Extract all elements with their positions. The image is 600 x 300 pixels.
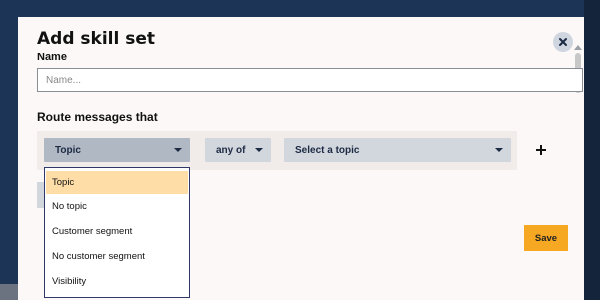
chevron-down-icon <box>495 148 503 152</box>
scroll-up-arrow-icon[interactable] <box>574 45 582 50</box>
dropdown-option-visibility[interactable]: Visibility <box>45 269 189 294</box>
routing-rule-row: Topic any of Select a topic <box>37 131 517 170</box>
close-button[interactable] <box>553 32 573 52</box>
dropdown-option-topic[interactable]: Topic <box>46 171 188 194</box>
dropdown-option-no-topic[interactable]: No topic <box>45 194 189 219</box>
condition-type-select[interactable]: Topic <box>44 138 190 162</box>
chevron-down-icon <box>174 148 182 152</box>
name-label: Name <box>37 53 67 61</box>
match-mode-value: any of <box>216 144 246 156</box>
backdrop-corner <box>0 284 18 300</box>
save-button[interactable]: Save <box>524 225 568 251</box>
add-condition-button[interactable] <box>535 141 547 159</box>
match-mode-select[interactable]: any of <box>205 138 271 162</box>
close-icon <box>559 38 567 46</box>
chevron-down-icon <box>255 148 263 152</box>
modal-title: Add skill set <box>37 29 156 49</box>
topic-select-placeholder: Select a topic <box>295 144 360 156</box>
plus-icon <box>536 145 546 155</box>
name-input[interactable] <box>37 68 583 92</box>
dropdown-option-customer-segment[interactable]: Customer segment <box>45 219 189 244</box>
backdrop-strip <box>584 0 600 300</box>
route-messages-label: Route messages that <box>37 110 158 124</box>
dropdown-option-no-customer-segment[interactable]: No customer segment <box>45 244 189 269</box>
add-skill-set-modal: Add skill set Name Route messages that T… <box>18 17 584 300</box>
topic-select[interactable]: Select a topic <box>284 138 511 162</box>
condition-type-dropdown: Topic No topic Customer segment No custo… <box>44 167 190 298</box>
condition-type-value: Topic <box>55 144 81 156</box>
